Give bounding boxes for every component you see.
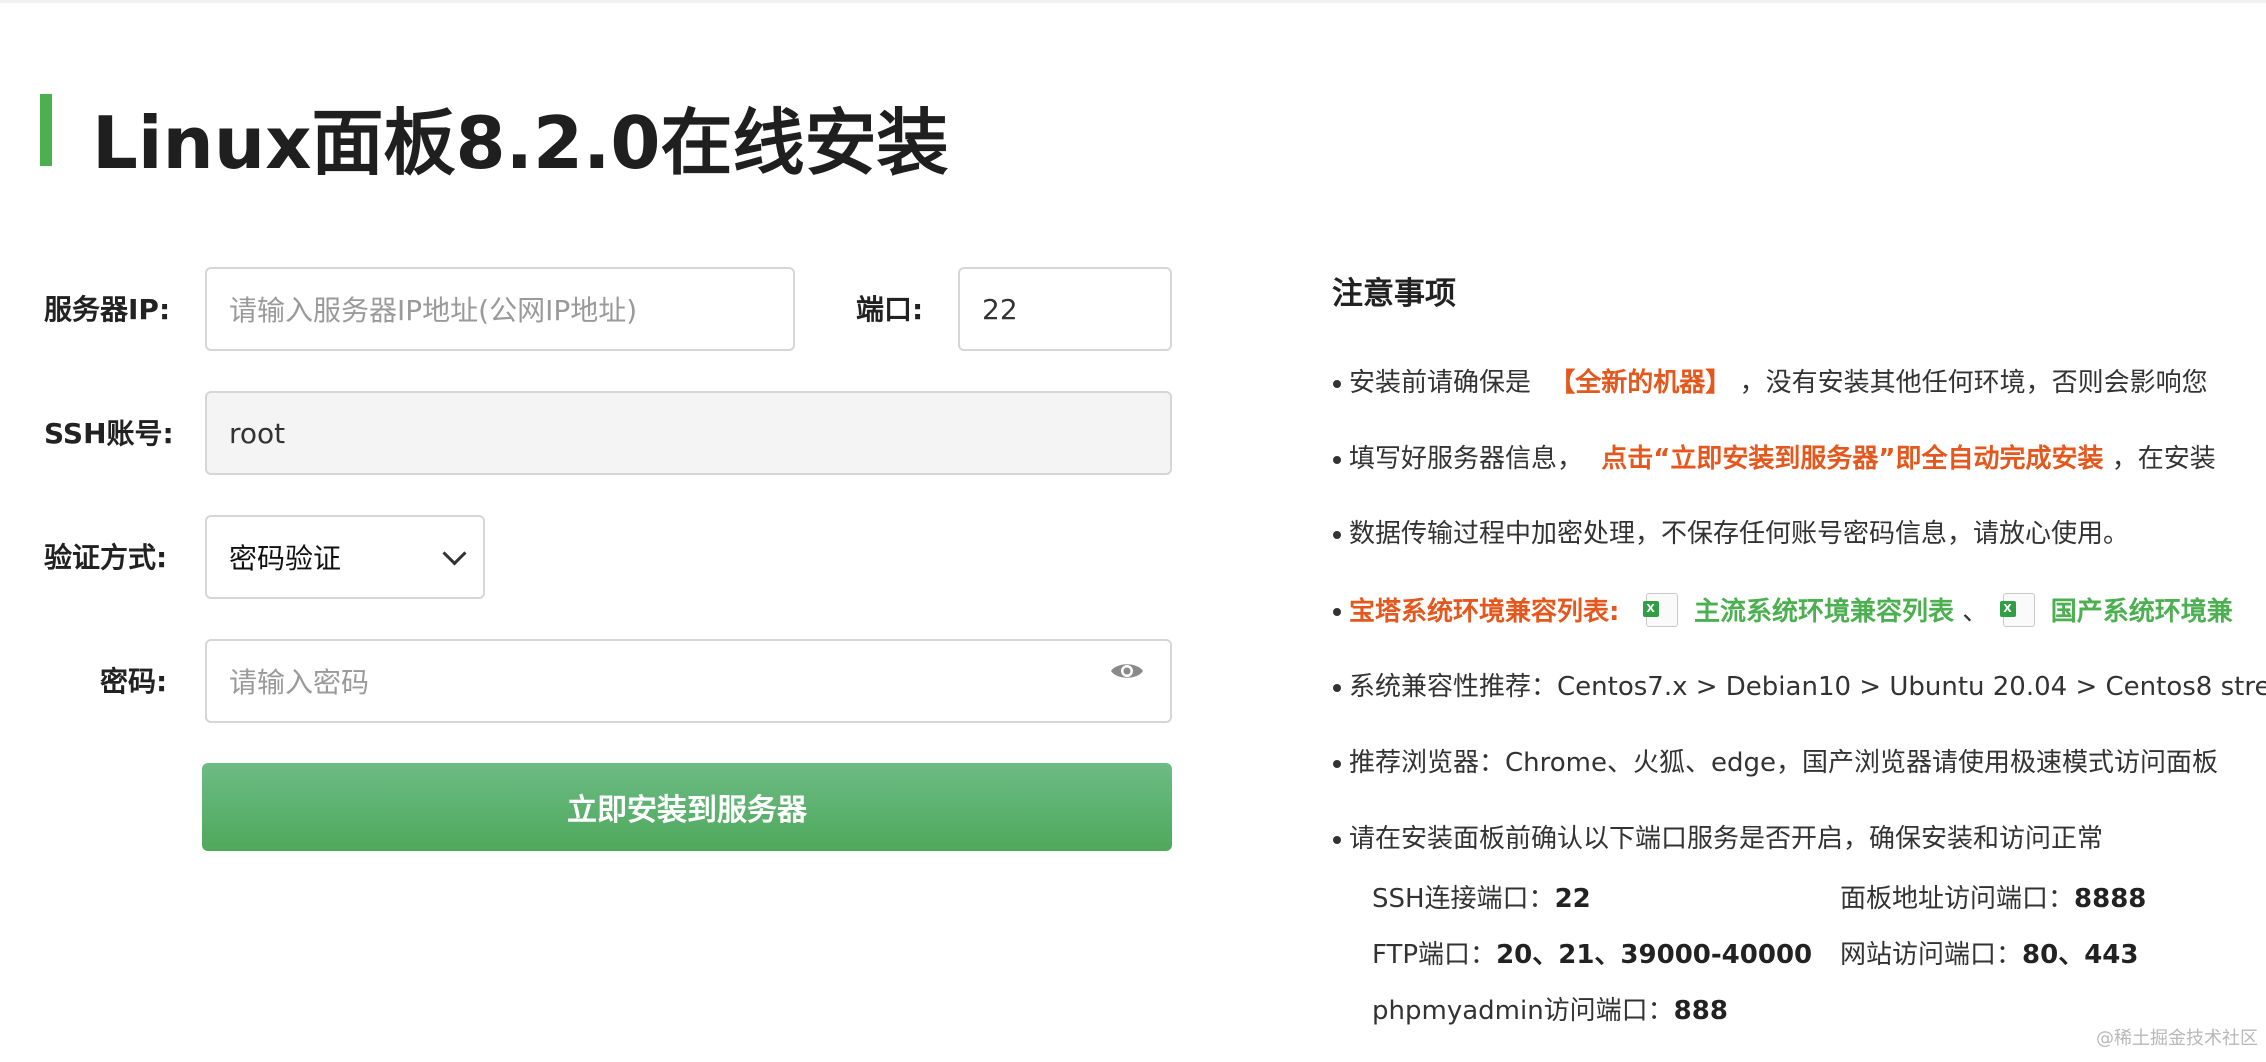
note-text: ，在安装 (2111, 444, 2216, 474)
note-text: 填写好服务器信息， (1349, 444, 1584, 474)
ssh-account-value: root (229, 416, 286, 450)
panel-port-value: 8888 (2074, 884, 2147, 914)
server-ip-label: 服务器IP: (44, 293, 171, 326)
ssh-port-info: SSH连接端口：22 (1372, 878, 1591, 915)
note-item-new-machine: 安装前请确保是 【全新的机器】 ，没有安装其他任何环境，否则会影响您 (1333, 365, 2208, 401)
password-input[interactable]: 请输入密码 (205, 639, 1172, 723)
title-accent-bar (40, 94, 52, 166)
note-separator: 、 (1962, 597, 1989, 627)
server-ip-input[interactable]: 请输入服务器IP地址(公网IP地址) (205, 267, 795, 351)
mainstream-compat-link[interactable]: 主流系统环境兼容列表 (1694, 597, 1954, 627)
ftp-port-label: FTP端口： (1372, 940, 1497, 970)
note-text: ，没有安装其他任何环境，否则会影响您 (1739, 368, 2208, 398)
auth-method-select[interactable]: 密码验证 (205, 515, 485, 599)
panel-port-label: 面板地址访问端口： (1840, 884, 2075, 914)
note-item-encryption: 数据传输过程中加密处理，不保存任何账号密码信息，请放心使用。 (1332, 516, 2129, 552)
compat-list-label: 宝塔系统环境兼容列表: (1349, 597, 1620, 627)
note-item-auto-install: 填写好服务器信息， 点击“立即安装到服务器”即全自动完成安装 ，在安装 (1333, 441, 2216, 477)
ftp-port-value: 20、21、39000-40000 (1496, 940, 1813, 970)
note-highlight: 点击“立即安装到服务器”即全自动完成安装 (1601, 444, 2104, 474)
eye-icon[interactable] (1110, 661, 1144, 681)
page-title: Linux面板8.2.0在线安装 (92, 101, 949, 185)
chevron-down-icon (442, 540, 467, 566)
notes-title: 注意事项 (1332, 276, 1456, 312)
excel-file-icon: X (1642, 593, 1678, 627)
auth-method-label: 验证方式: (44, 541, 168, 574)
web-port-info: 网站访问端口：80、443 (1840, 934, 2138, 971)
port-label: 端口: (856, 293, 924, 326)
domestic-compat-link[interactable]: 国产系统环境兼 (2051, 597, 2233, 627)
top-divider (0, 0, 2266, 3)
web-port-value: 80、443 (2022, 940, 2139, 970)
ftp-port-info: FTP端口：20、21、39000-40000 (1372, 934, 1812, 971)
note-item-port-check: 请在安装面板前确认以下端口服务是否开启，确保安装和访问正常 (1332, 821, 2103, 857)
web-port-label: 网站访问端口： (1840, 940, 2023, 970)
note-item-compat-list: 宝塔系统环境兼容列表: X 主流系统环境兼容列表 、 X 国产系统环境兼 (1333, 593, 2233, 630)
ssh-account-input[interactable]: root (205, 391, 1172, 475)
phpmyadmin-port-label: phpmyadmin访问端口： (1372, 996, 1674, 1026)
ssh-account-label: SSH账号: (44, 417, 174, 450)
password-label: 密码: (100, 665, 168, 698)
note-highlight: 【全新的机器】 (1549, 368, 1732, 398)
panel-port-info: 面板地址访问端口：8888 (1840, 878, 2146, 915)
excel-file-icon: X (1999, 593, 2035, 627)
watermark: @稀土掘金技术社区 (2096, 1028, 2258, 1049)
note-text: 安装前请确保是 (1349, 368, 1532, 398)
server-ip-placeholder: 请输入服务器IP地址(公网IP地址) (229, 294, 638, 327)
note-item-system-recommend: 系统兼容性推荐：Centos7.x > Debian10 > Ubuntu 20… (1332, 669, 2266, 705)
ssh-port-value: 22 (1554, 884, 1591, 914)
phpmyadmin-port-value: 888 (1673, 996, 1728, 1026)
auth-method-value: 密码验证 (229, 542, 342, 575)
note-item-browser-recommend: 推荐浏览器：Chrome、火狐、edge，国产浏览器请使用极速模式访问面板 (1333, 745, 2218, 781)
port-value: 22 (982, 292, 1018, 326)
password-placeholder: 请输入密码 (229, 666, 370, 699)
port-input[interactable]: 22 (958, 267, 1172, 351)
ssh-port-label: SSH连接端口： (1372, 884, 1555, 914)
phpmyadmin-port-info: phpmyadmin访问端口：888 (1372, 990, 1728, 1027)
install-to-server-button[interactable]: 立即安装到服务器 (202, 763, 1172, 851)
